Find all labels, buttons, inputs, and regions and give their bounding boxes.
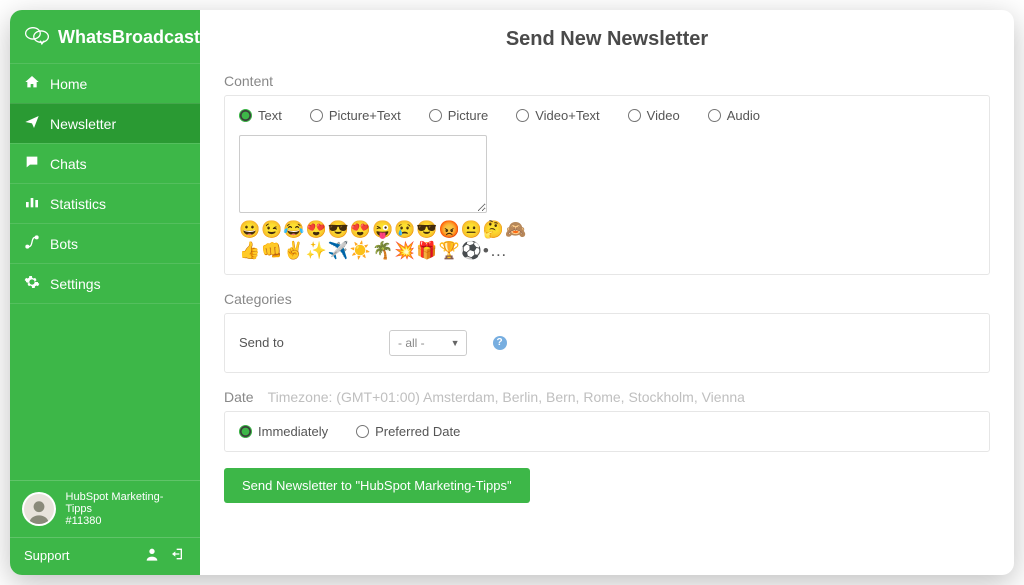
send-newsletter-button[interactable]: Send Newsletter to "HubSpot Marketing-Ti… [224,468,530,503]
sidebar-item-statistics[interactable]: Statistics [10,183,200,223]
categories-section-label: Categories [224,291,990,307]
send-to-value: - all - [398,336,425,350]
send-icon [24,114,40,133]
brand-logo-icon [24,24,50,51]
support-row: Support [10,537,200,575]
sidebar-item-label: Newsletter [50,116,116,132]
content-section-label: Content [224,73,990,89]
user-box[interactable]: HubSpot Marketing-Tipps #11380 [10,480,200,537]
sidebar-item-label: Chats [50,156,87,172]
date-option-preferred[interactable]: Preferred Date [356,424,460,439]
sidebar-item-settings[interactable]: Settings [10,263,200,304]
content-type-text[interactable]: Text [239,108,282,123]
emoji[interactable]: 🙈 [505,220,526,239]
emoji[interactable]: 😡 [439,220,460,239]
content-panel: Text Picture+Text Picture Video+Text Vid… [224,95,990,275]
bar-chart-icon [24,194,40,213]
emoji[interactable]: 😎 [328,220,349,239]
home-icon [24,74,40,93]
chat-bubble-icon [24,154,40,173]
help-icon[interactable]: ? [493,336,507,350]
support-link[interactable]: Support [24,548,70,563]
emoji[interactable]: 😐 [461,220,482,239]
emoji[interactable]: • [483,241,489,260]
sidebar-item-chats[interactable]: Chats [10,143,200,183]
emoji[interactable]: 😢 [394,220,415,239]
gear-icon [24,274,40,293]
emoji[interactable]: ✌️ [283,241,304,260]
chevron-down-icon: ▼ [451,338,460,348]
user-id: #11380 [66,515,188,527]
content-type-picture[interactable]: Picture [429,108,488,123]
emoji[interactable]: 😍 [350,220,371,239]
send-to-select[interactable]: - all - ▼ [389,330,467,356]
content-type-row: Text Picture+Text Picture Video+Text Vid… [239,108,975,123]
emoji[interactable]: ✨ [306,241,327,260]
content-type-audio[interactable]: Audio [708,108,760,123]
date-panel: Immediately Preferred Date [224,411,990,452]
user-icon[interactable] [144,546,160,565]
content-type-video[interactable]: Video [628,108,680,123]
emoji[interactable]: 🏆 [439,241,460,260]
send-to-label: Send to [239,335,369,350]
emoji[interactable]: 😎 [416,220,437,239]
content-type-video-text[interactable]: Video+Text [516,108,599,123]
sidebar-item-label: Bots [50,236,78,252]
date-option-immediately[interactable]: Immediately [239,424,328,439]
send-to-row: Send to - all - ▼ ? [239,326,975,360]
emoji-row-2: 👍👊✌️✨✈️☀️🌴💥🎁🏆⚽•… [239,240,975,261]
avatar [22,492,56,526]
sidebar-nav: Home Newsletter Chats Statistics Bots Se… [10,63,200,304]
emoji[interactable]: 🎁 [416,241,437,260]
emoji[interactable]: 🌴 [372,241,393,260]
emoji[interactable]: ⚽ [461,241,482,260]
sidebar-item-label: Settings [50,276,101,292]
emoji[interactable]: 👍 [239,241,260,260]
user-text: HubSpot Marketing-Tipps #11380 [66,491,188,527]
emoji[interactable]: 👊 [261,241,282,260]
date-header: Date Timezone: (GMT+01:00) Amsterdam, Be… [224,389,990,405]
page-title: Send New Newsletter [224,28,990,51]
emoji[interactable]: … [490,241,507,260]
emoji[interactable]: ✈️ [328,241,349,260]
sidebar-item-label: Home [50,76,87,92]
timezone-text: Timezone: (GMT+01:00) Amsterdam, Berlin,… [268,389,745,405]
sidebar-spacer [10,304,200,480]
emoji[interactable]: 😍 [306,220,327,239]
sidebar-item-home[interactable]: Home [10,63,200,103]
brand-name: WhatsBroadcast [58,27,200,48]
date-option-row: Immediately Preferred Date [239,424,975,439]
route-icon [24,234,40,253]
emoji[interactable]: 😀 [239,220,260,239]
support-icons [144,546,186,565]
emoji[interactable]: ☀️ [350,241,371,260]
message-textarea[interactable] [239,135,487,213]
sidebar-item-bots[interactable]: Bots [10,223,200,263]
logout-icon[interactable] [170,546,186,565]
sidebar: WhatsBroadcast Home Newsletter Chats Sta… [10,10,200,575]
brand: WhatsBroadcast [10,10,200,63]
user-name: HubSpot Marketing-Tipps [66,491,188,515]
emoji-picker: 😀😉😂😍😎😍😜😢😎😡😐🤔🙈 👍👊✌️✨✈️☀️🌴💥🎁🏆⚽•… [239,219,975,262]
emoji-row-1: 😀😉😂😍😎😍😜😢😎😡😐🤔🙈 [239,219,975,240]
emoji[interactable]: 😜 [372,220,393,239]
date-section-label: Date [224,389,254,405]
sidebar-item-label: Statistics [50,196,106,212]
emoji[interactable]: 😂 [283,220,304,239]
sidebar-item-newsletter[interactable]: Newsletter [10,103,200,143]
emoji[interactable]: 🤔 [483,220,504,239]
categories-panel: Send to - all - ▼ ? [224,313,990,373]
emoji[interactable]: 💥 [394,241,415,260]
emoji[interactable]: 😉 [261,220,282,239]
main-content: Send New Newsletter Content Text Picture… [200,10,1014,575]
content-type-picture-text[interactable]: Picture+Text [310,108,401,123]
app-frame: WhatsBroadcast Home Newsletter Chats Sta… [10,10,1014,575]
